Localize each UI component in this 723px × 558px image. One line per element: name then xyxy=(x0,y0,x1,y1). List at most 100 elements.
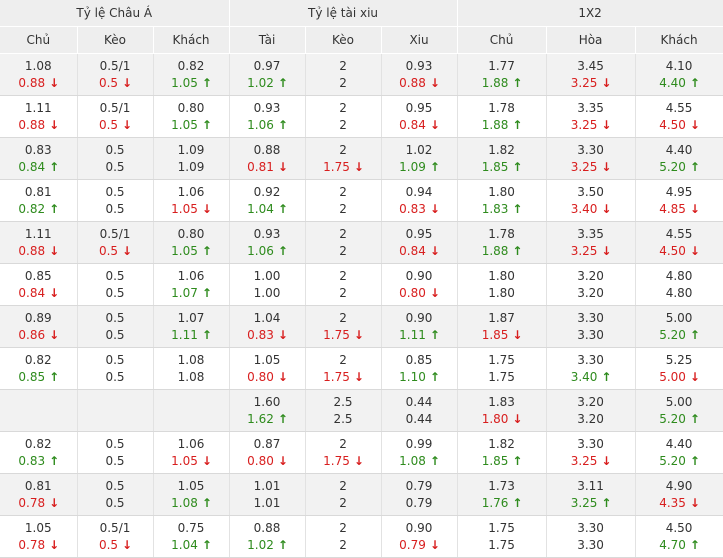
current-odds: 0.86 ↓ xyxy=(0,327,77,343)
odds-value: 0.85 xyxy=(24,269,52,283)
odds-cell-away: 1.09 1.09 xyxy=(153,137,230,180)
opening-odds: 1.05 xyxy=(154,478,229,494)
odds-cell-away: 1.06 1.07 ↑ xyxy=(153,263,230,306)
arrow-down-icon: ↓ xyxy=(277,370,288,384)
opening-odds: 1.80 xyxy=(458,184,546,200)
current-odds: 2 xyxy=(306,285,381,301)
opening-odds: 1.08 xyxy=(0,58,77,74)
odds-cell-over: 0.97 1.02 ↑ xyxy=(229,53,306,96)
odds-value: 4.50 xyxy=(665,521,693,535)
odds-value: 5.00 xyxy=(665,395,693,409)
current-odds: 0.84 ↑ xyxy=(0,159,77,175)
odds-value: 0.88 xyxy=(18,118,46,132)
odds-value: 0.99 xyxy=(405,437,433,451)
current-odds: 3.30 xyxy=(547,537,635,553)
odds-value: 1.04 xyxy=(171,538,198,552)
odds-value: 1.10 xyxy=(399,370,426,384)
odds-value: 1.75 xyxy=(488,521,515,535)
odds-cell-handicap: 0.5 0.5 xyxy=(77,431,154,474)
odds-cell-over: 0.93 1.06 ↑ xyxy=(229,221,306,264)
table-row: 0.82 0.83 ↑ 0.5 0.5 1.06 1.05 ↓ 0.87 0.80 ↓ 2 1.75 ↓ 0… xyxy=(0,431,723,474)
odds-value: 1.75 xyxy=(488,353,515,367)
odds-cell-line: 22 xyxy=(305,263,382,306)
odds-value: 1.02 xyxy=(247,538,274,552)
odds-cell-draw: 3.45 3.25 ↓ xyxy=(546,53,636,96)
opening-odds: 1.06 xyxy=(154,184,229,200)
current-odds: 3.30 xyxy=(547,327,635,343)
current-odds: 0.78 ↓ xyxy=(0,537,77,553)
odds-value: 3.50 xyxy=(577,185,604,199)
odds-value: 2 xyxy=(339,185,347,199)
odds-value: 0.82 xyxy=(177,59,205,73)
odds-value: 5.20 xyxy=(659,412,686,426)
arrow-down-icon: ↓ xyxy=(429,286,440,300)
current-odds: 5.20 ↑ xyxy=(636,159,723,175)
opening-odds: 1.80 xyxy=(458,268,546,284)
opening-odds: 0.82 xyxy=(0,352,77,368)
col-header-draw: Hòa xyxy=(546,26,636,54)
odds-value: 0.88 xyxy=(253,143,281,157)
odds-cell-1x2-away: 5.00 5.20 ↑ xyxy=(635,389,723,432)
opening-odds: 2 xyxy=(306,184,381,200)
current-odds: 1.88 ↑ xyxy=(458,243,546,259)
odds-cell-home: 0.82 0.83 ↑ xyxy=(0,431,78,474)
opening-odds: 1.82 xyxy=(458,142,546,158)
current-odds: 2 xyxy=(306,243,381,259)
current-odds: 1.09 ↑ xyxy=(382,159,457,175)
odds-cell-away: 1.06 1.05 ↓ xyxy=(153,179,230,222)
odds-value: 1.09 xyxy=(177,143,205,157)
odds-cell-over: 0.92 1.04 ↑ xyxy=(229,179,306,222)
current-odds: 1.09 xyxy=(154,159,229,175)
current-odds: 0.5 ↓ xyxy=(78,243,153,259)
opening-odds: 4.55 xyxy=(636,100,723,116)
group-header-over-under: Tỷ lệ tài xiu xyxy=(229,0,458,27)
odds-cell-handicap: 0.5/1 0.5 ↓ xyxy=(77,515,154,558)
current-odds: 1.07 ↑ xyxy=(154,285,229,301)
odds-cell-1x2-away: 4.40 5.20 ↑ xyxy=(635,431,723,474)
odds-cell-1x2-away: 4.95 4.85 ↓ xyxy=(635,179,723,222)
current-odds: 2 xyxy=(306,495,381,511)
opening-odds: 4.10 xyxy=(636,58,723,74)
current-odds: 3.25 ↓ xyxy=(547,453,635,469)
odds-value: 5.00 xyxy=(659,370,686,384)
opening-odds: 3.30 xyxy=(547,310,635,326)
opening-odds: 1.07 xyxy=(154,310,229,326)
odds-value: 0.83 xyxy=(247,328,274,342)
odds-value: 2 xyxy=(339,227,347,241)
opening-odds: 1.00 xyxy=(230,268,305,284)
odds-value: 0.78 xyxy=(18,496,46,510)
arrow-down-icon: ↓ xyxy=(429,244,440,258)
odds-value: 0.44 xyxy=(405,412,433,426)
odds-value: 0.93 xyxy=(405,59,433,73)
current-odds: 1.11 ↑ xyxy=(382,327,457,343)
odds-cell-under: 0.90 1.11 ↑ xyxy=(381,305,458,348)
odds-cell-1x2-home: 1.75 1.75 xyxy=(457,347,547,390)
current-odds: 0.84 ↓ xyxy=(0,285,77,301)
current-odds: 0.78 ↓ xyxy=(0,495,77,511)
odds-value: 1.06 xyxy=(247,244,274,258)
odds-value: 4.85 xyxy=(659,202,686,216)
odds-cell-line: 2 1.75 ↓ xyxy=(305,137,382,180)
odds-value: 4.80 xyxy=(665,269,693,283)
odds-value: 1.00 xyxy=(253,286,281,300)
odds-value: 1.88 xyxy=(481,76,509,90)
arrow-up-icon: ↑ xyxy=(689,454,700,468)
odds-cell-under: 0.90 0.79 ↓ xyxy=(381,515,458,558)
current-odds: 1.08 ↑ xyxy=(382,453,457,469)
odds-value: 0.82 xyxy=(24,437,52,451)
opening-odds: 0.5 xyxy=(78,310,153,326)
odds-cell-handicap: 0.5 0.5 xyxy=(77,137,154,180)
arrow-up-icon: ↑ xyxy=(201,496,212,510)
odds-value: 0.5 xyxy=(98,244,119,258)
odds-cell-draw: 3.30 3.30 xyxy=(546,305,636,348)
current-odds: 1.88 ↑ xyxy=(458,117,546,133)
odds-value: 0.5 xyxy=(105,286,125,300)
arrow-up-icon: ↑ xyxy=(512,160,523,174)
current-odds: 2 xyxy=(306,117,381,133)
odds-value: 4.55 xyxy=(665,227,693,241)
odds-value: 3.25 xyxy=(570,118,598,132)
odds-cell-home xyxy=(0,389,78,432)
opening-odds: 1.11 xyxy=(0,100,77,116)
odds-value: 1.78 xyxy=(488,101,515,115)
odds-value: 1.80 xyxy=(481,412,509,426)
